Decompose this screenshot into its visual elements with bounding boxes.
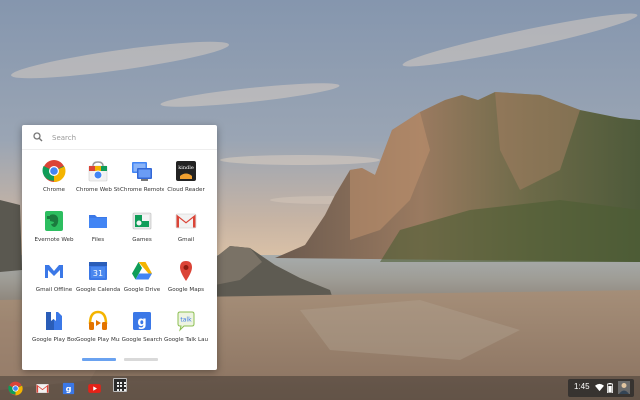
launcher-page-2-indicator[interactable] xyxy=(124,358,158,361)
shelf-youtube-button[interactable] xyxy=(85,379,103,397)
google-search-icon: g xyxy=(133,312,151,330)
search-icon xyxy=(33,132,43,142)
talk-text: talk xyxy=(180,317,192,324)
app-chrome-remote-desktop[interactable]: Chrome Remote Desktop xyxy=(120,159,164,205)
app-evernote-web[interactable]: Evernote Web xyxy=(32,209,76,255)
app-chrome-web-store[interactable]: Chrome Web Store xyxy=(76,159,120,205)
svg-text:g: g xyxy=(137,315,146,330)
app-label: Google Play Books xyxy=(32,337,76,343)
app-label: Files xyxy=(91,237,105,243)
launcher-search-input[interactable] xyxy=(50,129,204,147)
launcher-page-1-indicator[interactable] xyxy=(82,358,116,361)
app-label: Cloud Reader xyxy=(167,187,205,193)
app-google-search[interactable]: g Google Search xyxy=(120,309,164,355)
chrome-web-store-icon xyxy=(88,161,108,182)
app-label: Chrome Remote Desktop xyxy=(120,187,164,193)
gmail-offline-icon xyxy=(45,265,63,278)
folder-icon xyxy=(89,215,107,228)
avatar xyxy=(618,381,630,394)
talk-icon: talk xyxy=(177,311,195,332)
app-label: Google Maps xyxy=(167,287,205,293)
app-launcher-panel: Chrome Chrome Web Store Chrome Remote De… xyxy=(22,125,217,370)
app-label: Google Search xyxy=(121,337,163,343)
app-google-maps[interactable]: Google Maps xyxy=(164,259,208,305)
app-label: Gmail xyxy=(177,237,195,243)
chrome-remote-desktop-icon xyxy=(132,162,152,181)
app-label: Google Talk Launcher xyxy=(164,337,208,343)
kindle-text: kindle xyxy=(178,165,194,171)
app-label: Chrome xyxy=(43,187,65,193)
battery-icon xyxy=(607,383,613,393)
shelf-google-search-button[interactable]: g xyxy=(59,379,77,397)
shelf-gmail-button[interactable] xyxy=(33,379,51,397)
youtube-icon xyxy=(87,383,101,393)
app-chrome[interactable]: Chrome xyxy=(32,159,76,205)
drive-icon xyxy=(132,262,152,280)
app-files[interactable]: Files xyxy=(76,209,120,255)
app-gmail-offline[interactable]: Gmail Offline xyxy=(32,259,76,305)
gmail-icon xyxy=(175,213,197,229)
kindle-icon: kindle xyxy=(176,161,196,181)
games-icon xyxy=(132,212,152,230)
play-books-icon xyxy=(46,312,62,330)
maps-pin-icon xyxy=(180,261,192,281)
app-launcher-icon[interactable] xyxy=(113,378,127,392)
app-cloud-reader[interactable]: kindle Cloud Reader xyxy=(164,159,208,205)
app-google-talk-launcher[interactable]: talk Google Talk Launcher xyxy=(164,309,208,355)
app-label: Google Drive xyxy=(123,287,161,293)
app-gmail[interactable]: Gmail xyxy=(164,209,208,255)
google-search-icon: g xyxy=(62,382,74,394)
app-google-drive[interactable]: Google Drive xyxy=(120,259,164,305)
app-label: Chrome Web Store xyxy=(76,187,120,193)
app-label: Gmail Offline xyxy=(35,287,73,293)
evernote-icon xyxy=(45,211,63,231)
status-tray[interactable]: 1:45 xyxy=(568,379,634,397)
play-music-icon xyxy=(88,310,108,330)
app-google-play-music[interactable]: Google Play Music xyxy=(76,309,120,355)
wifi-icon xyxy=(595,383,604,392)
app-games[interactable]: Games xyxy=(120,209,164,255)
chrome-icon xyxy=(42,160,66,183)
calendar-day-text: 31 xyxy=(93,269,103,278)
app-google-calendar[interactable]: 31 Google Calendar xyxy=(76,259,120,305)
app-label: Google Play Music xyxy=(76,337,120,343)
calendar-icon: 31 xyxy=(89,262,107,280)
app-label: Evernote Web xyxy=(34,237,74,243)
app-label: Google Calendar xyxy=(76,287,120,293)
app-grid: Chrome Chrome Web Store Chrome Remote De… xyxy=(32,159,212,359)
launcher-search-bar xyxy=(22,125,217,150)
svg-text:g: g xyxy=(65,383,71,393)
gmail-icon xyxy=(35,383,49,393)
shelf-chrome-button[interactable] xyxy=(6,379,24,397)
app-google-play-books[interactable]: Google Play Books xyxy=(32,309,76,355)
clock: 1:45 xyxy=(574,382,590,391)
app-label: Games xyxy=(132,237,152,243)
chrome-icon xyxy=(7,381,23,395)
